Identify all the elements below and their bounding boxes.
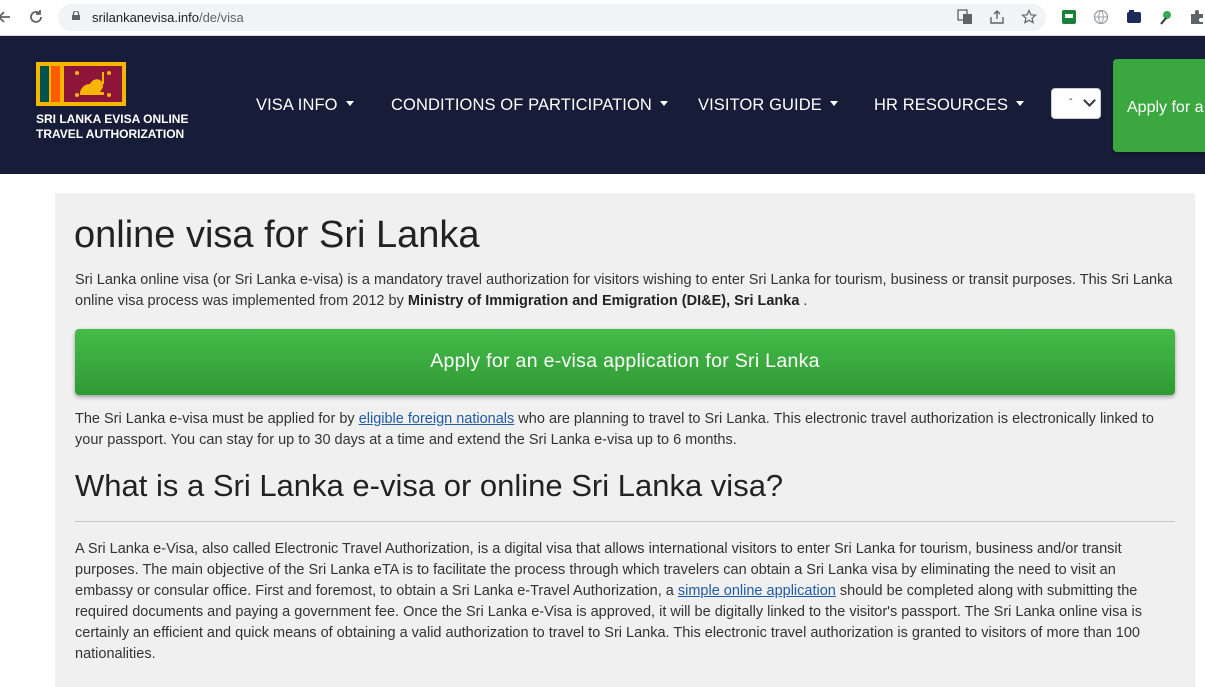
eligible-nationals-link[interactable]: eligible foreign nationals: [359, 411, 515, 427]
address-bar[interactable]: srilankanevisa.info/de/visa: [58, 4, 1046, 31]
apply-evisa-button[interactable]: Apply for an e-visa application for Sri …: [75, 329, 1175, 395]
lock-icon: [72, 11, 80, 20]
puzzle-extensions-icon[interactable]: [1189, 9, 1205, 25]
caret-down-icon: [1016, 101, 1025, 107]
brand-line-1: SRI LANKA EVISA ONLINE: [36, 112, 189, 126]
url-text: srilankanevisa.info/de/visa: [92, 10, 244, 25]
url-host: srilankanevisa.info: [92, 10, 199, 25]
translate-icon[interactable]: [957, 9, 973, 25]
menu-visitor-guide[interactable]: VISITOR GUIDE: [698, 96, 838, 115]
extension-3-icon[interactable]: [1126, 9, 1142, 25]
share-icon[interactable]: [989, 9, 1005, 25]
menu-visa-info[interactable]: VISA INFO: [256, 96, 354, 115]
caret-down-icon: [829, 101, 838, 107]
browser-toolbar: srilankanevisa.info/de/visa: [0, 0, 1205, 36]
brand-name[interactable]: SRI LANKA EVISA ONLINE TRAVEL AUTHORIZAT…: [36, 112, 188, 142]
menu-hr-resources[interactable]: HR RESOURCES: [874, 96, 1025, 115]
simple-application-link[interactable]: simple online application: [678, 583, 836, 599]
lion-emblem-icon: [75, 71, 111, 97]
caret-down-icon: [659, 101, 668, 107]
para2-start: The Sri Lanka e-visa must be applied for…: [75, 411, 359, 427]
ministry-name: Ministry of Immigration and Emigration (…: [407, 293, 800, 309]
url-path: /de/visa: [198, 10, 244, 25]
menu-label: VISA INFO: [256, 96, 338, 114]
extension-4-icon[interactable]: [1158, 9, 1174, 25]
description-paragraph: A Sri Lanka e-Visa, also called Electron…: [75, 539, 1175, 665]
site-header: SRI LANKA EVISA ONLINE TRAVEL AUTHORIZAT…: [0, 36, 1205, 174]
page-title: online visa for Sri Lanka: [74, 214, 480, 256]
back-arrow-icon[interactable]: [0, 8, 14, 26]
menu-label: CONDITIONS OF PARTICIPATION: [391, 96, 652, 114]
reload-icon[interactable]: [27, 8, 45, 26]
eligibility-paragraph: The Sri Lanka e-visa must be applied for…: [75, 409, 1175, 451]
menu-conditions[interactable]: CONDITIONS OF PARTICIPATION: [391, 96, 668, 115]
menu-label: VISITOR GUIDE: [698, 96, 822, 114]
globe-extension-icon[interactable]: [1093, 9, 1109, 25]
intro-end: .: [799, 293, 808, 309]
section-divider: [75, 521, 1175, 522]
star-icon[interactable]: [1021, 9, 1037, 25]
apply-header-label: Apply for a visa online: [1127, 99, 1205, 116]
sri-lanka-flag[interactable]: [36, 62, 126, 106]
intro-paragraph: Sri Lanka online visa (or Sri Lanka e-vi…: [75, 270, 1175, 312]
extension-1-icon[interactable]: [1061, 9, 1077, 25]
language-select[interactable]: -: [1051, 88, 1101, 119]
language-value: -: [1069, 93, 1073, 105]
section-heading: What is a Sri Lanka e-visa or online Sri…: [75, 468, 784, 503]
brand-line-2: TRAVEL AUTHORIZATION: [36, 127, 185, 141]
apply-header-button[interactable]: Apply for a visa online: [1113, 59, 1205, 152]
caret-down-icon: [345, 101, 354, 107]
menu-label: HR RESOURCES: [874, 96, 1009, 114]
chevron-down-icon: [1083, 94, 1096, 107]
